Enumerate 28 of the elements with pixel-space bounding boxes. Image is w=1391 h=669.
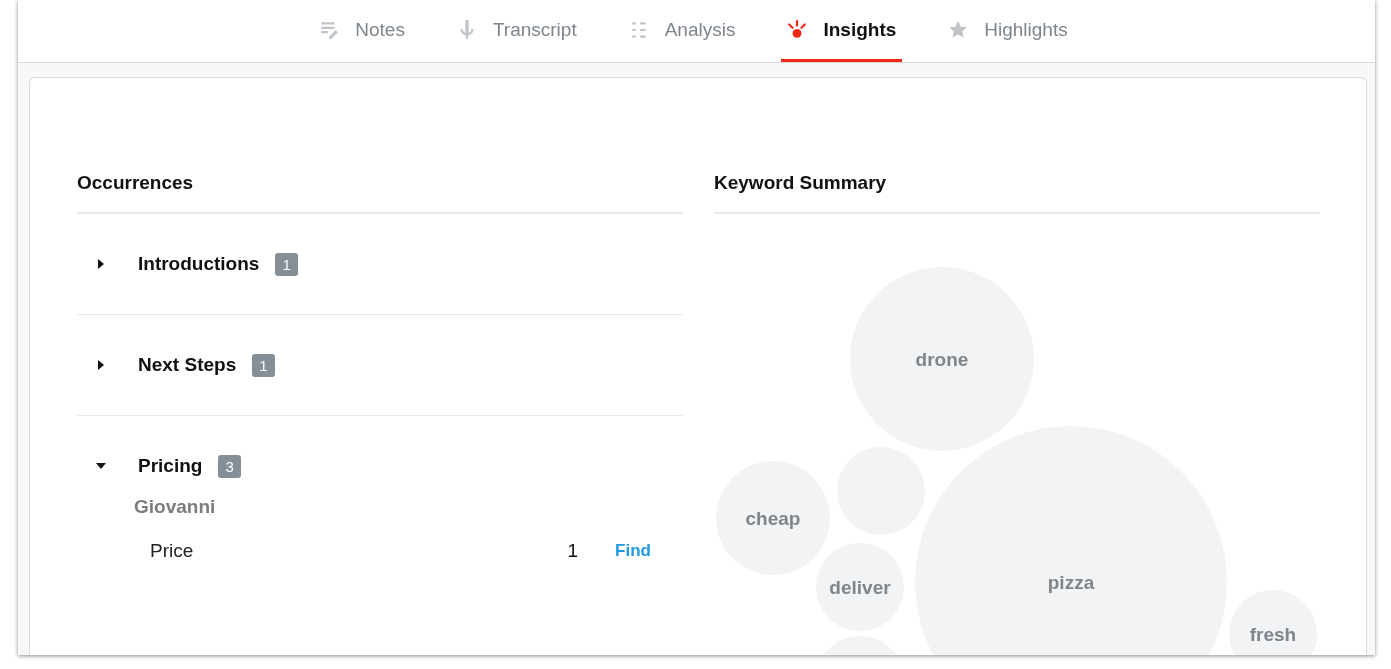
keyword-label: pizza [1047, 572, 1095, 593]
keyword-label: drone [915, 349, 969, 370]
pencil-lines-icon [319, 19, 340, 40]
section-heading: Keyword Summary [714, 168, 1320, 214]
caret-icon[interactable] [96, 360, 106, 370]
find-link[interactable]: Find [615, 541, 651, 561]
keyword-label: deliver [829, 577, 891, 598]
count-badge: 1 [252, 353, 275, 377]
star-icon [948, 19, 969, 40]
caret-icon[interactable] [96, 461, 106, 471]
section-heading: Occurrences [77, 168, 683, 214]
section-title[interactable]: Introductions [138, 253, 260, 275]
section-title[interactable]: Next Steps [138, 354, 237, 376]
tab[interactable]: Notes [313, 0, 411, 62]
tab[interactable]: Transcript [450, 0, 583, 62]
spark-icon [787, 19, 808, 40]
section-title[interactable]: Pricing [138, 455, 203, 477]
count-badge: 3 [218, 454, 241, 478]
tab[interactable]: Highlights [942, 0, 1074, 62]
keyword-label: cheap [745, 508, 801, 529]
tab[interactable]: Analysis [622, 0, 742, 62]
speaker-name: Giovanni [134, 496, 217, 518]
keyword-label: fresh [1249, 624, 1297, 645]
tab[interactable]: Insights [781, 0, 903, 62]
caret-icon[interactable] [96, 259, 106, 269]
term-count: 1 [567, 540, 579, 562]
term-label: Price [150, 540, 195, 562]
count-badge: 1 [275, 252, 298, 276]
